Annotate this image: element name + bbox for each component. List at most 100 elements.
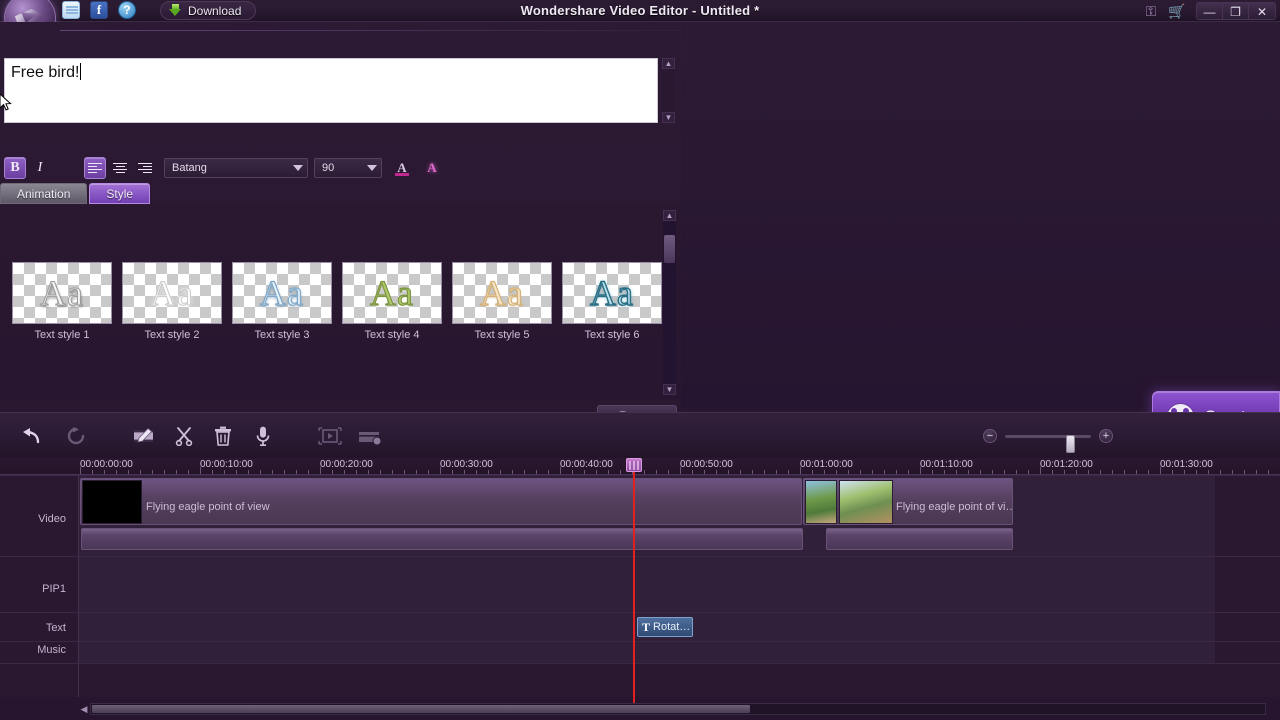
hscroll-thumb[interactable] xyxy=(92,705,750,713)
text-style-item[interactable]: Aa Text style 5 xyxy=(452,262,552,341)
clip-thumbnail xyxy=(805,480,837,524)
scroll-down-icon[interactable]: ▼ xyxy=(663,384,676,395)
zoom-slider-handle[interactable] xyxy=(1066,435,1075,453)
text-caret xyxy=(80,63,82,80)
text-style-label: Text style 4 xyxy=(364,329,420,341)
scroll-up-icon[interactable]: ▲ xyxy=(662,58,675,69)
ruler-label: 00:00:20:00 xyxy=(320,459,373,470)
font-family-select[interactable]: Batang xyxy=(164,158,308,178)
ruler-label: 00:00:10:00 xyxy=(200,459,253,470)
align-center-button[interactable] xyxy=(109,157,131,179)
tab-style[interactable]: Style xyxy=(89,183,151,204)
text-style-thumbnail: Aa xyxy=(342,262,442,324)
text-style-thumbnail: Aa xyxy=(452,262,552,324)
delete-button[interactable] xyxy=(211,424,235,448)
close-button[interactable]: ✕ xyxy=(1249,3,1275,19)
text-style-item[interactable]: Aa Text style 6 xyxy=(562,262,662,341)
font-color-swatch xyxy=(395,173,409,176)
styles-scroll-track[interactable] xyxy=(663,221,676,384)
timeline-tracks: Video PIP1 Text Music Flying eagle point… xyxy=(0,475,1280,697)
redo-button[interactable] xyxy=(64,424,88,448)
transition-button[interactable] xyxy=(318,424,342,448)
font-size-select[interactable]: 90 xyxy=(314,158,382,178)
track-label-music: Music xyxy=(37,644,66,656)
zoom-slider-track[interactable] xyxy=(1005,435,1091,453)
render-icon xyxy=(359,430,382,445)
align-left-icon xyxy=(88,162,102,174)
bold-button[interactable]: B xyxy=(4,157,26,179)
text-style-thumbnail: Aa xyxy=(122,262,222,324)
video-clip[interactable]: Flying eagle point of vi… xyxy=(803,478,1013,525)
panel-divider xyxy=(60,30,680,31)
help-icon[interactable]: ? xyxy=(118,1,136,19)
timeline-horizontal-scrollbar[interactable]: ◀ xyxy=(78,702,1278,716)
key-icon[interactable]: ⚿ xyxy=(1138,0,1164,22)
pip1-track-lane[interactable] xyxy=(79,557,1215,612)
download-button[interactable]: Download xyxy=(160,1,257,20)
italic-button[interactable]: I xyxy=(29,157,51,179)
text-style-item[interactable]: Aa Text style 4 xyxy=(342,262,442,341)
align-center-icon xyxy=(113,162,127,174)
ruler-label: 00:00:40:00 xyxy=(560,459,613,470)
undo-icon xyxy=(23,428,40,444)
align-right-icon xyxy=(138,162,152,174)
minimize-button[interactable]: — xyxy=(1197,3,1223,19)
video-clip-label: Flying eagle point of view xyxy=(146,501,270,513)
advanced-edit-button[interactable] xyxy=(132,424,156,448)
split-button[interactable] xyxy=(172,424,196,448)
microphone-icon xyxy=(256,426,270,446)
text-style-item[interactable]: Aa Text style 3 xyxy=(232,262,332,341)
music-track-lane[interactable] xyxy=(79,642,1215,663)
ruler-label: 00:01:00:00 xyxy=(800,459,853,470)
font-color-button[interactable]: A xyxy=(392,157,412,179)
hscroll-track[interactable] xyxy=(90,703,1266,715)
maximize-button[interactable]: ❐ xyxy=(1223,3,1249,19)
trash-icon xyxy=(215,426,231,446)
text-style-thumbnail: Aa xyxy=(562,262,662,324)
timeline-zoom-control: − + xyxy=(983,427,1113,453)
text-input-area[interactable]: Free bird! xyxy=(4,58,658,123)
scroll-down-icon[interactable]: ▼ xyxy=(662,112,675,123)
scroll-left-icon[interactable]: ◀ xyxy=(78,702,90,716)
text-style-label: Text style 6 xyxy=(584,329,640,341)
text-style-label: Text style 1 xyxy=(34,329,90,341)
styles-scroll-thumb[interactable] xyxy=(664,235,675,263)
text-style-item[interactable]: Aa Text style 1 xyxy=(12,262,112,341)
quick-access-icons: f ? xyxy=(62,1,136,19)
scroll-up-icon[interactable]: ▲ xyxy=(663,210,676,221)
playhead[interactable] xyxy=(626,458,642,703)
track-label-video: Video xyxy=(38,513,66,525)
voiceover-button[interactable] xyxy=(251,424,275,448)
ruler-label: 00:01:30:00 xyxy=(1160,459,1213,470)
ruler-label: 00:00:30:00 xyxy=(440,459,493,470)
title-bar-right: ⚿ 🛒 — ❐ ✕ xyxy=(1138,0,1280,22)
text-effect-button[interactable]: A xyxy=(422,157,442,179)
align-left-button[interactable] xyxy=(84,157,106,179)
styles-scrollbar[interactable]: ▲ ▼ xyxy=(663,210,676,395)
tab-animation[interactable]: Animation xyxy=(0,183,88,204)
new-document-icon[interactable] xyxy=(62,1,80,19)
facebook-icon[interactable]: f xyxy=(90,1,108,19)
align-right-button[interactable] xyxy=(134,157,156,179)
zoom-in-button[interactable]: + xyxy=(1099,429,1113,443)
track-label-pip1: PIP1 xyxy=(42,583,66,595)
font-size-value: 90 xyxy=(322,162,335,174)
text-style-item[interactable]: Aa Text style 2 xyxy=(122,262,222,341)
video-clip-audio[interactable] xyxy=(826,528,1013,550)
edit-clip-icon xyxy=(134,427,153,443)
text-style-label: Text style 3 xyxy=(254,329,310,341)
text-styles-area: Aa Text style 1 Aa Text style 2 Aa Text … xyxy=(0,205,680,400)
text-styles-grid: Aa Text style 1 Aa Text style 2 Aa Text … xyxy=(12,262,662,341)
video-clip-audio[interactable] xyxy=(81,528,803,550)
zoom-out-button[interactable]: − xyxy=(983,429,997,443)
text-style-thumbnail: Aa xyxy=(12,262,112,324)
undo-button[interactable] xyxy=(20,424,44,448)
download-arrow-icon xyxy=(169,4,182,17)
text-input-scrollbar[interactable]: ▲ ▼ xyxy=(662,58,675,123)
cart-icon[interactable]: 🛒 xyxy=(1164,0,1190,22)
video-clip[interactable]: Flying eagle point of view xyxy=(80,478,802,525)
text-style-label: Text style 2 xyxy=(144,329,200,341)
playhead-handle[interactable] xyxy=(626,458,642,472)
text-clip[interactable]: T Rotat… xyxy=(637,617,693,637)
render-preview-button[interactable] xyxy=(358,424,382,448)
